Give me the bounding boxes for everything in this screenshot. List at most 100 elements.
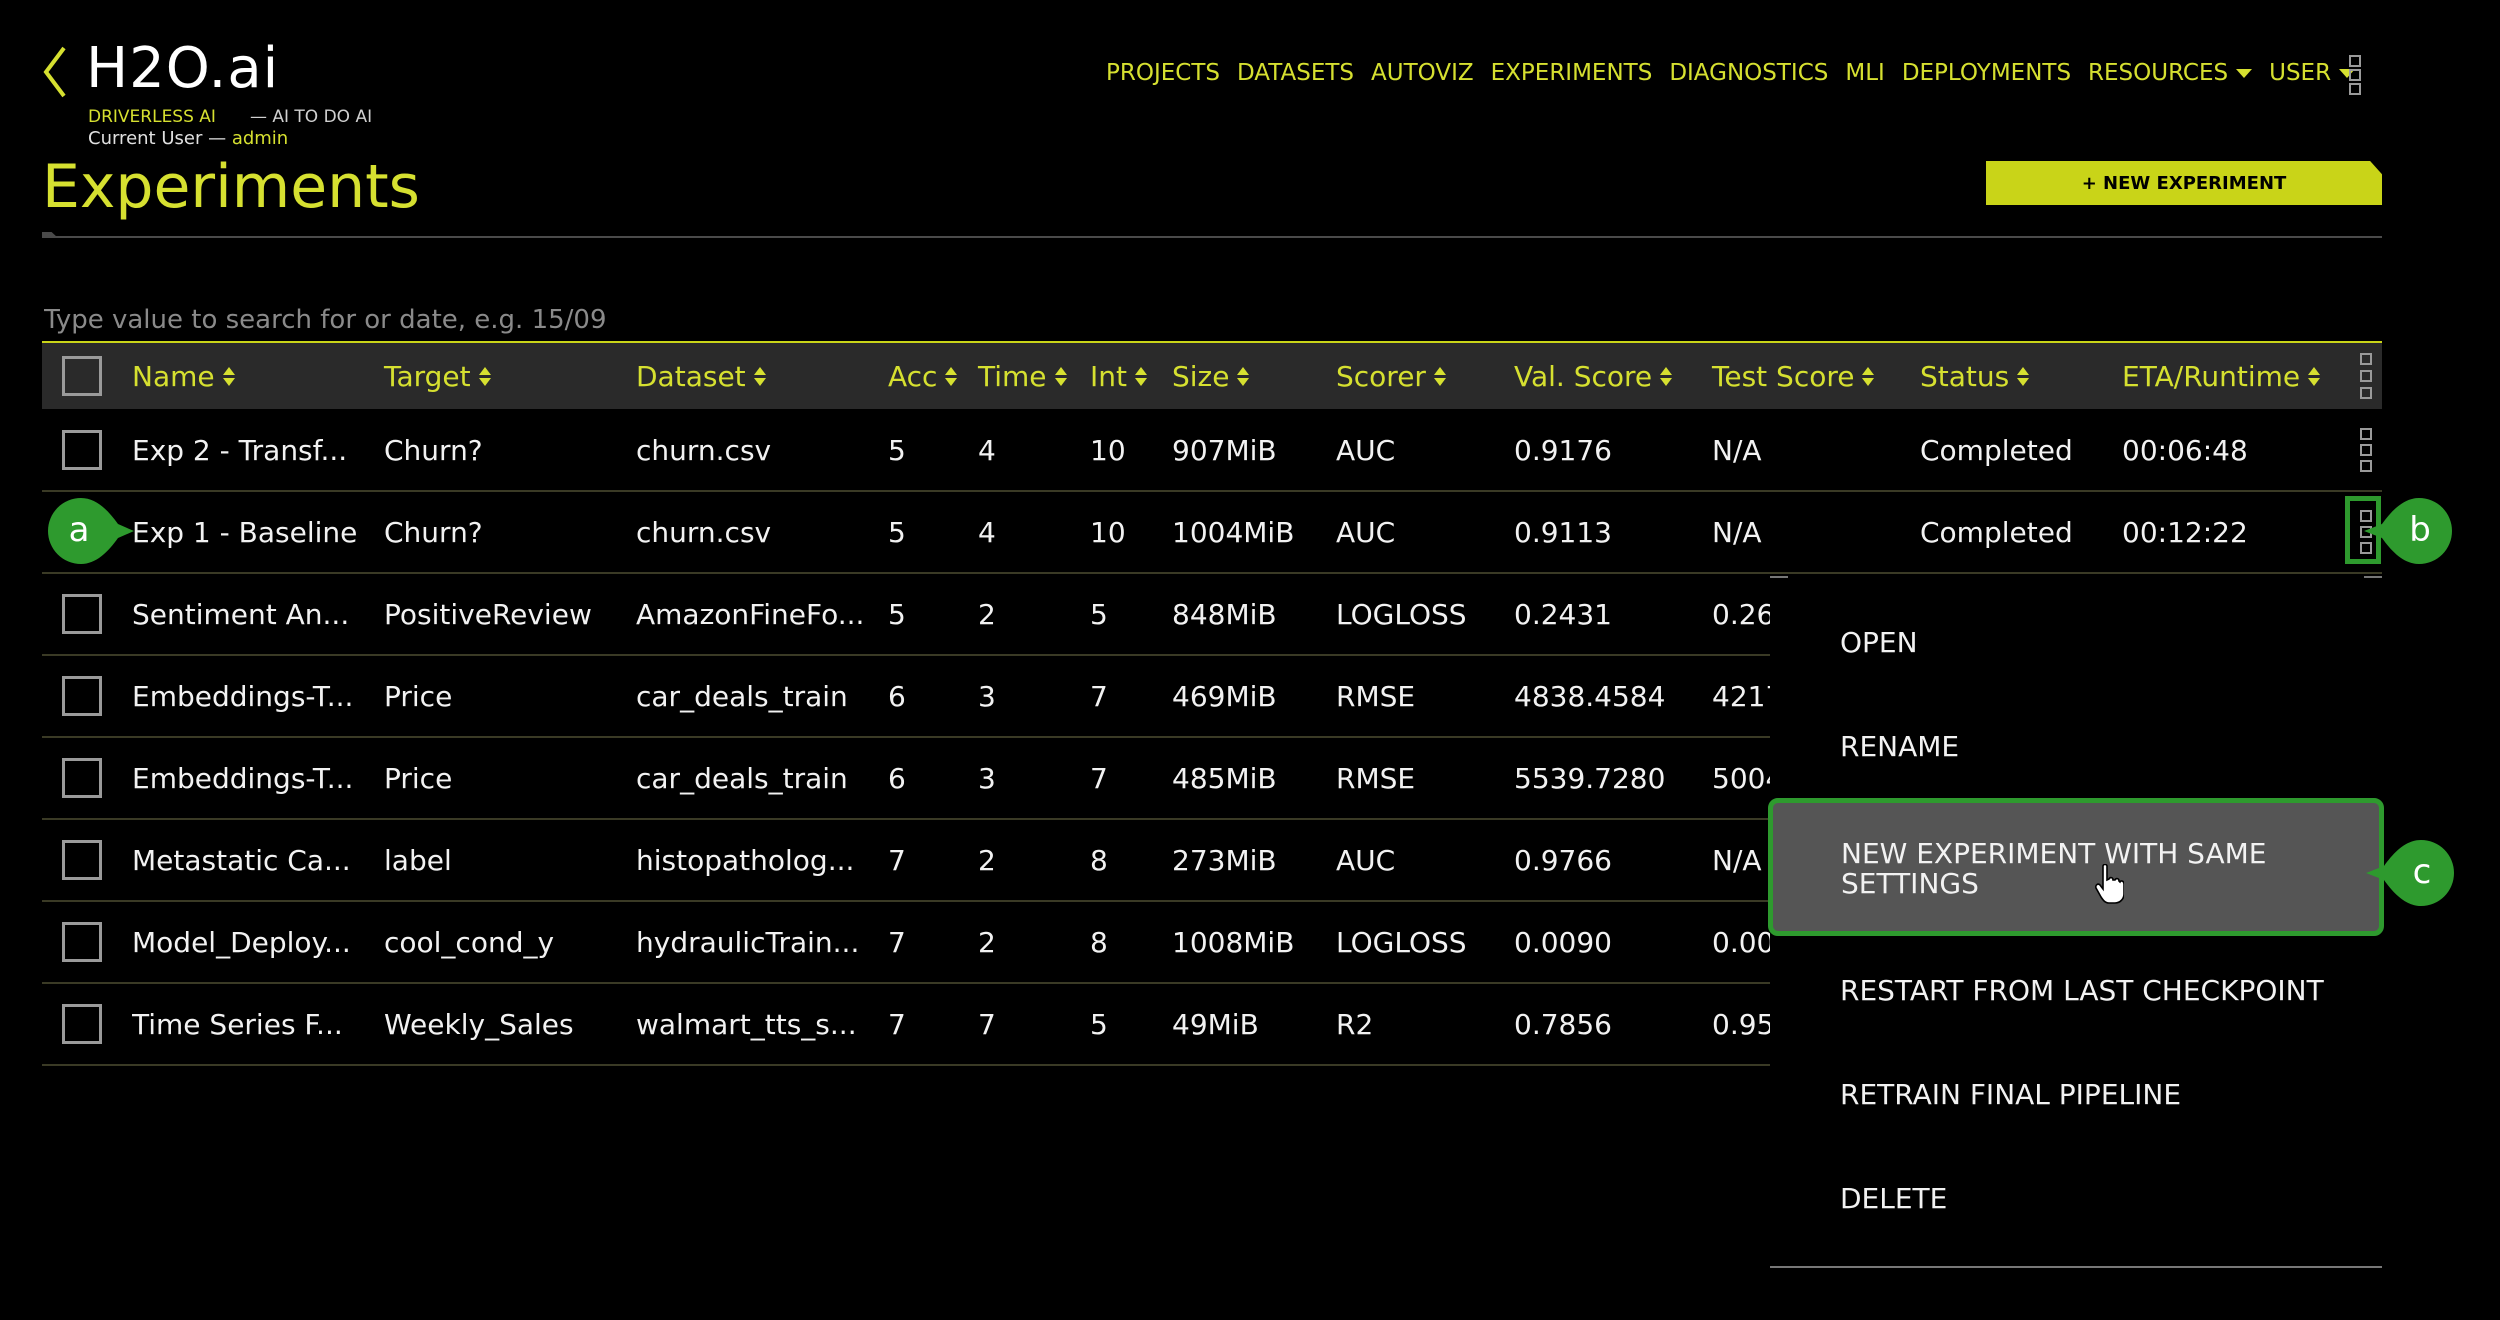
nav-user-label: USER — [2269, 60, 2332, 86]
column-header-target[interactable]: Target — [384, 343, 491, 409]
column-header-int[interactable]: Int — [1090, 343, 1147, 409]
cell-int: 8 — [1090, 843, 1108, 877]
table-row[interactable]: Exp 1 - Baseline Churn? churn.csv 5 4 10 1004M… — [42, 492, 2382, 574]
row-checkbox[interactable] — [62, 1004, 102, 1044]
nav-datasets[interactable]: DATASETS — [1237, 60, 1354, 86]
cell-acc: 7 — [888, 1007, 906, 1041]
column-header-eta-runtime[interactable]: ETA/Runtime — [2122, 343, 2321, 409]
cell-test-score: 0.95 — [1712, 1007, 1775, 1041]
column-header-label: Time — [978, 359, 1047, 393]
product-subtitle: DRIVERLESS AI — AI TO DO AI — [88, 107, 372, 127]
cell-name: Exp 2 - Transf... — [132, 433, 348, 467]
cell-target: Churn? — [384, 433, 483, 467]
title-divider — [42, 236, 2382, 238]
cell-eta-runtime: 00:12:22 — [2122, 515, 2248, 549]
row-menu-kebab-icon[interactable] — [2360, 428, 2372, 472]
nav-deployments[interactable]: DEPLOYMENTS — [1902, 60, 2071, 86]
cell-acc: 6 — [888, 679, 906, 713]
app-menu-kebab-icon[interactable] — [2349, 55, 2361, 95]
row-checkbox[interactable] — [62, 594, 102, 634]
cell-name: Time Series F... — [132, 1007, 343, 1041]
cell-time: 3 — [978, 679, 996, 713]
column-header-size[interactable]: Size — [1172, 343, 1250, 409]
column-header-label: Name — [132, 359, 215, 393]
cell-test-score: 0.26 — [1712, 597, 1775, 631]
row-checkbox[interactable] — [62, 430, 102, 470]
cell-status: Completed — [1920, 433, 2073, 467]
column-header-name[interactable]: Name — [132, 343, 235, 409]
cell-dataset: churn.csv — [636, 433, 772, 467]
cell-scorer: LOGLOSS — [1336, 925, 1467, 959]
cell-time: 7 — [978, 1007, 996, 1041]
columns-kebab-icon[interactable] — [2360, 353, 2372, 399]
column-header-label: Val. Score — [1514, 359, 1653, 393]
cell-status: Completed — [1920, 515, 2073, 549]
table-header: Name Target Dataset Acc Time Int Size Sc… — [42, 343, 2382, 409]
cell-acc: 5 — [888, 515, 906, 549]
nav-autoviz[interactable]: AUTOVIZ — [1371, 60, 1474, 86]
new-experiment-button[interactable]: + NEW EXPERIMENT — [1986, 161, 2382, 205]
table-row[interactable]: Exp 2 - Transf... Churn? churn.csv 5 4 10 907M… — [42, 410, 2382, 492]
cell-test-score: N/A — [1712, 843, 1762, 877]
cell-time: 2 — [978, 597, 996, 631]
svg-text:b: b — [2409, 510, 2431, 550]
sort-icon — [1134, 366, 1147, 386]
current-username[interactable]: admin — [232, 128, 288, 149]
column-header-test-score[interactable]: Test Score — [1712, 343, 1875, 409]
cell-scorer: LOGLOSS — [1336, 597, 1467, 631]
column-header-val-score[interactable]: Val. Score — [1514, 343, 1673, 409]
cell-time: 3 — [978, 761, 996, 795]
cell-eta-runtime: 00:06:48 — [2122, 433, 2248, 467]
cell-val-score: 5539.7280 — [1514, 761, 1666, 795]
column-header-time[interactable]: Time — [978, 343, 1067, 409]
menu-item-delete[interactable]: DELETE — [1840, 1182, 1947, 1215]
callout-b: b — [2364, 498, 2452, 564]
sort-icon — [478, 366, 491, 386]
product-tagline: — AI TO DO AI — [249, 107, 373, 127]
row-context-menu: OPEN RENAME NEW EXPERIMENT WITH SAME SET… — [1768, 576, 2384, 1268]
cell-name: Model_Deploy... — [132, 925, 351, 959]
menu-item-retrain-final-pipeline[interactable]: RETRAIN FINAL PIPELINE — [1840, 1078, 2181, 1111]
nav-resources[interactable]: RESOURCES — [2088, 60, 2253, 86]
menu-item-rename[interactable]: RENAME — [1840, 730, 1959, 763]
cell-int: 7 — [1090, 761, 1108, 795]
row-checkbox[interactable] — [62, 676, 102, 716]
nav-mli[interactable]: MLI — [1845, 60, 1884, 86]
cell-name: Exp 1 - Baseline — [132, 515, 358, 549]
nav-experiments[interactable]: EXPERIMENTS — [1491, 60, 1653, 86]
nav-projects[interactable]: PROJECTS — [1106, 60, 1220, 86]
sort-icon — [1862, 366, 1875, 386]
row-checkbox[interactable] — [62, 758, 102, 798]
cell-acc: 6 — [888, 761, 906, 795]
cell-val-score: 0.7856 — [1514, 1007, 1612, 1041]
cell-int: 10 — [1090, 515, 1126, 549]
cell-target: Price — [384, 679, 453, 713]
menu-bottom-border — [1770, 1266, 2382, 1268]
cell-size: 1004MiB — [1172, 515, 1295, 549]
cell-val-score: 0.0090 — [1514, 925, 1612, 959]
cell-test-score: 0.00 — [1712, 925, 1775, 959]
select-all-checkbox[interactable] — [62, 356, 102, 396]
cell-test-score: N/A — [1712, 515, 1762, 549]
nav-user[interactable]: USER — [2269, 60, 2356, 86]
column-header-dataset[interactable]: Dataset — [636, 343, 766, 409]
current-user-label: Current User — — [88, 128, 232, 149]
back-chevron-icon[interactable] — [38, 44, 72, 100]
search-input[interactable] — [44, 302, 2374, 338]
column-header-acc[interactable]: Acc — [888, 343, 958, 409]
nav-diagnostics[interactable]: DIAGNOSTICS — [1669, 60, 1828, 86]
cell-name: Metastatic Ca... — [132, 843, 351, 877]
row-checkbox[interactable] — [62, 840, 102, 880]
column-header-status[interactable]: Status — [1920, 343, 2030, 409]
column-header-scorer[interactable]: Scorer — [1336, 343, 1446, 409]
cell-int: 10 — [1090, 433, 1126, 467]
cell-size: 907MiB — [1172, 433, 1277, 467]
cell-size: 49MiB — [1172, 1007, 1259, 1041]
cell-size: 469MiB — [1172, 679, 1277, 713]
menu-item-new-experiment-same-settings[interactable]: NEW EXPERIMENT WITH SAME SETTINGS — [1768, 798, 2384, 936]
menu-item-open[interactable]: OPEN — [1840, 626, 1918, 659]
menu-item-restart-checkpoint[interactable]: RESTART FROM LAST CHECKPOINT — [1840, 974, 2324, 1007]
cell-dataset: car_deals_train — [636, 679, 848, 713]
cell-size: 1008MiB — [1172, 925, 1295, 959]
row-checkbox[interactable] — [62, 922, 102, 962]
